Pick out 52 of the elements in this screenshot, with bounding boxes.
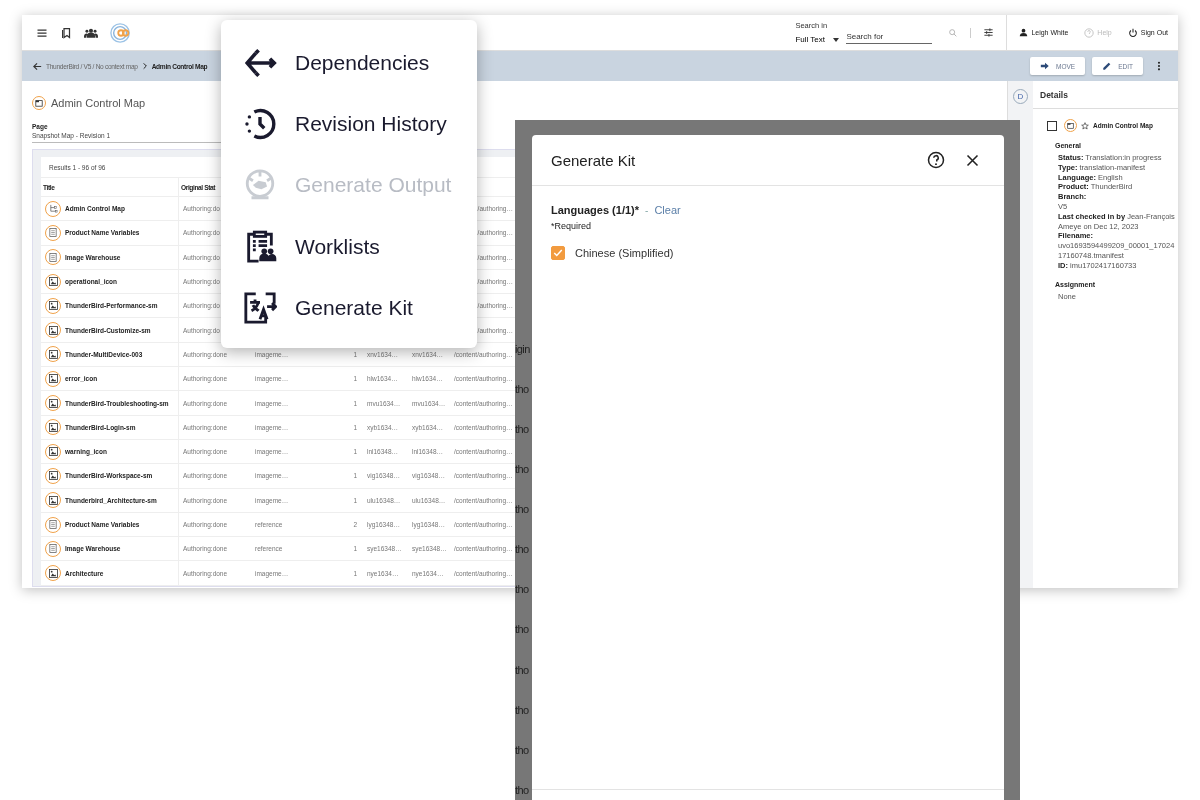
translate-icon [243, 290, 277, 325]
star-icon [1081, 121, 1089, 130]
page-title: Admin Control Map [51, 97, 146, 109]
checkbox[interactable] [1047, 120, 1057, 131]
arrow-icon [1040, 61, 1051, 71]
backdrop-text: tho [515, 743, 530, 758]
languages-label: Languages (1/1)* [551, 204, 640, 216]
backdrop-text: igin [515, 343, 531, 357]
sliders-icon [983, 27, 995, 38]
bookmark-icon [60, 26, 72, 39]
close-button[interactable] [965, 152, 980, 168]
dialog-title: Generate Kit [551, 151, 637, 169]
search-scope-dropdown[interactable]: Full Text [795, 35, 840, 44]
history-icon [243, 106, 277, 141]
person-icon [1019, 28, 1029, 37]
backdrop-text: tho [515, 543, 530, 558]
filter-button[interactable] [983, 27, 995, 38]
checkbox[interactable] [551, 246, 565, 260]
backdrop-text: tho [515, 703, 530, 718]
backdrop-text: tho [515, 463, 530, 478]
backdrop-text: tho [515, 503, 530, 518]
back-button[interactable] [32, 60, 43, 72]
option-label[interactable]: Chinese (Simplified) [575, 247, 674, 259]
help-button[interactable] [927, 151, 945, 169]
separator-text: - [645, 204, 649, 216]
pencil-icon [1102, 61, 1113, 71]
details-title: Details [1033, 81, 1178, 109]
chevron-icon [140, 62, 149, 70]
menu-item[interactable]: Generate Kit [221, 277, 477, 339]
search-icon [948, 27, 959, 38]
backdrop-text: tho [515, 783, 530, 798]
caret-icon [833, 37, 840, 42]
backdrop-text: tho [515, 423, 530, 438]
menu-button[interactable] [36, 26, 48, 39]
menu-item[interactable]: Revision History [221, 93, 477, 155]
search-field[interactable]: Search for [846, 31, 933, 44]
back-arrow-icon [32, 60, 43, 72]
backdrop-text: tho [515, 663, 530, 678]
help-icon [1084, 27, 1095, 38]
menu-item[interactable]: Worklists [221, 215, 477, 278]
close-icon [965, 152, 980, 168]
menu-item[interactable]: Dependencies [221, 32, 477, 94]
required-note: *Required [551, 221, 593, 231]
backdrop-text: tho [515, 623, 530, 638]
power-icon [1127, 27, 1138, 38]
logo-icon [110, 21, 132, 44]
bookmarks-button[interactable] [60, 26, 72, 39]
backdrop-text: tho [515, 583, 530, 598]
help-icon [927, 151, 945, 169]
backdrop-text: tho [515, 383, 530, 398]
clear-link[interactable]: Clear [654, 204, 681, 216]
menu-icon [36, 26, 48, 39]
